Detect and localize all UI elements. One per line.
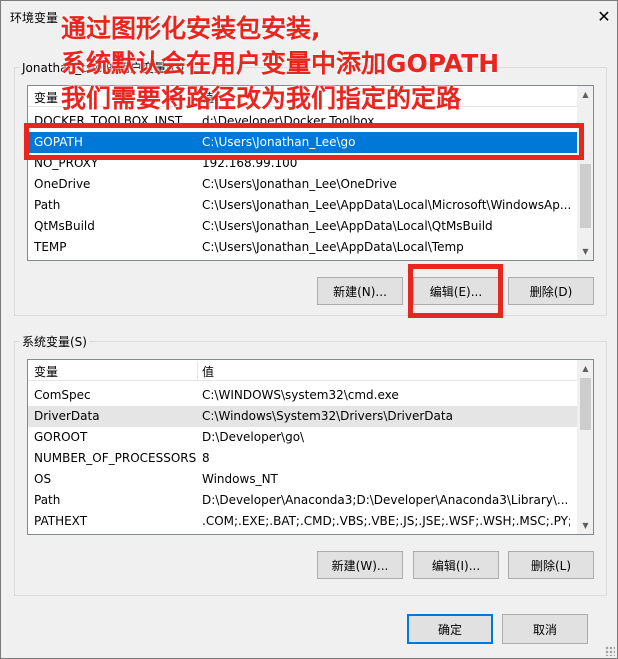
table-row-hover[interactable]: DriverData C:\Windows\System32\Drivers\D… bbox=[28, 406, 593, 427]
list-header: 变量 值 bbox=[28, 360, 593, 381]
table-row[interactable]: Path D:\Developer\Anaconda3;D:\Developer… bbox=[28, 490, 593, 511]
variable-name: DriverData bbox=[34, 409, 100, 423]
variable-name: Path bbox=[34, 493, 61, 507]
user-new-button[interactable]: 新建(N)... bbox=[317, 277, 403, 305]
variable-value: Windows_NT bbox=[202, 472, 278, 486]
variable-name: OneDrive bbox=[34, 177, 91, 191]
window-title: 环境变量 bbox=[10, 11, 59, 25]
system-new-button[interactable]: 新建(W)... bbox=[317, 551, 403, 579]
variable-value: C:\Users\Jonathan_Lee\AppData\Local\QtMs… bbox=[202, 219, 493, 233]
table-row[interactable]: NUMBER_OF_PROCESSORS 8 bbox=[28, 448, 593, 469]
scroll-down-arrow-icon[interactable]: ▼ bbox=[577, 517, 593, 534]
user-edit-button[interactable]: 编辑(E)... bbox=[413, 277, 499, 305]
variable-name: NO_PROXY bbox=[34, 156, 99, 170]
variable-name: Path bbox=[34, 198, 61, 212]
annotation-line-1: 通过图形化安装包安装, bbox=[61, 14, 321, 43]
variable-value: C:\Users\Jonathan_Lee\OneDrive bbox=[202, 177, 397, 191]
scroll-down-arrow-icon[interactable]: ▼ bbox=[577, 243, 593, 260]
ok-button[interactable]: 确定 bbox=[407, 614, 493, 644]
variable-name: DOCKER_TOOLBOX_INST... bbox=[34, 114, 193, 128]
table-row[interactable]: Path C:\Users\Jonathan_Lee\AppData\Local… bbox=[28, 195, 593, 216]
table-row[interactable]: QtMsBuild C:\Users\Jonathan_Lee\AppData\… bbox=[28, 216, 593, 237]
variable-name: NUMBER_OF_PROCESSORS bbox=[34, 451, 197, 465]
system-delete-button[interactable]: 删除(L) bbox=[508, 551, 594, 579]
annotation-line-3: 我们需要将路径改为我们指定的定路 bbox=[61, 84, 462, 113]
table-row[interactable]: GOROOT D:\Developer\go\ bbox=[28, 427, 593, 448]
variable-value: D:\Developer\Anaconda3;D:\Developer\Anac… bbox=[202, 493, 569, 507]
variable-value: d:\Developer\Docker Toolbox bbox=[202, 114, 375, 128]
variable-value: 192.168.99.100 bbox=[202, 156, 298, 170]
user-delete-button[interactable]: 删除(D) bbox=[508, 277, 594, 305]
system-variables-list[interactable]: 变量 值 ComSpec C:\WINDOWS\system32\cmd.exe… bbox=[27, 359, 594, 535]
annotation-line-2: 系统默认会在用户变量中添加GOPATH bbox=[61, 49, 500, 78]
variable-value: D:\Developer\go\ bbox=[202, 430, 305, 444]
variable-value: .COM;.EXE;.BAT;.CMD;.VBS;.VBE;.JS;.JSE;.… bbox=[202, 514, 570, 528]
variable-name: QtMsBuild bbox=[34, 219, 95, 233]
close-icon[interactable]: ✕ bbox=[589, 1, 618, 31]
scroll-up-arrow-icon[interactable]: ▲ bbox=[577, 360, 593, 377]
scroll-thumb[interactable] bbox=[580, 378, 591, 430]
scroll-up-arrow-icon[interactable]: ▲ bbox=[577, 86, 593, 103]
variable-name: ComSpec bbox=[34, 388, 91, 402]
column-header-variable[interactable]: 变量 bbox=[34, 89, 58, 106]
table-row[interactable]: NO_PROXY 192.168.99.100 bbox=[28, 153, 593, 174]
column-header-variable[interactable]: 变量 bbox=[34, 363, 58, 380]
variable-value: C:\Windows\System32\Drivers\DriverData bbox=[202, 409, 453, 423]
vertical-scrollbar[interactable]: ▲ ▼ bbox=[577, 360, 593, 534]
vertical-scrollbar[interactable]: ▲ ▼ bbox=[577, 86, 593, 260]
variable-value: C:\Users\Jonathan_Lee\AppData\Local\Micr… bbox=[202, 198, 570, 212]
resize-grip-icon[interactable] bbox=[605, 646, 615, 656]
table-row[interactable]: OneDrive C:\Users\Jonathan_Lee\OneDrive bbox=[28, 174, 593, 195]
table-row-selected[interactable]: GOPATH C:\Users\Jonathan_Lee\go bbox=[28, 132, 593, 153]
variable-name: TEMP bbox=[34, 240, 67, 254]
column-header-value[interactable]: 值 bbox=[202, 363, 214, 380]
environment-variables-dialog: 环境变量 ✕ Jonathan_Lee 的用户变量(U) 变量 值 DOCKER… bbox=[0, 0, 618, 659]
variable-name: GOPATH bbox=[34, 135, 83, 149]
system-edit-button[interactable]: 编辑(I)... bbox=[413, 551, 499, 579]
table-row[interactable]: OS Windows_NT bbox=[28, 469, 593, 490]
variable-value: C:\Users\Jonathan_Lee\AppData\Local\Temp bbox=[202, 240, 464, 254]
variable-name: PATHEXT bbox=[34, 514, 88, 528]
variable-value: C:\WINDOWS\system32\cmd.exe bbox=[202, 388, 399, 402]
variable-value: C:\Users\Jonathan_Lee\go bbox=[202, 135, 356, 149]
table-row[interactable]: ComSpec C:\WINDOWS\system32\cmd.exe bbox=[28, 385, 593, 406]
table-row[interactable]: TEMP C:\Users\Jonathan_Lee\AppData\Local… bbox=[28, 237, 593, 258]
system-variables-label: 系统变量(S) bbox=[20, 333, 89, 350]
cancel-button[interactable]: 取消 bbox=[502, 614, 588, 644]
variable-value: 8 bbox=[202, 451, 210, 465]
variable-name: OS bbox=[34, 472, 52, 486]
variable-name: GOROOT bbox=[34, 430, 88, 444]
table-row[interactable]: PATHEXT .COM;.EXE;.BAT;.CMD;.VBS;.VBE;.J… bbox=[28, 511, 593, 532]
scroll-thumb[interactable] bbox=[580, 164, 591, 228]
